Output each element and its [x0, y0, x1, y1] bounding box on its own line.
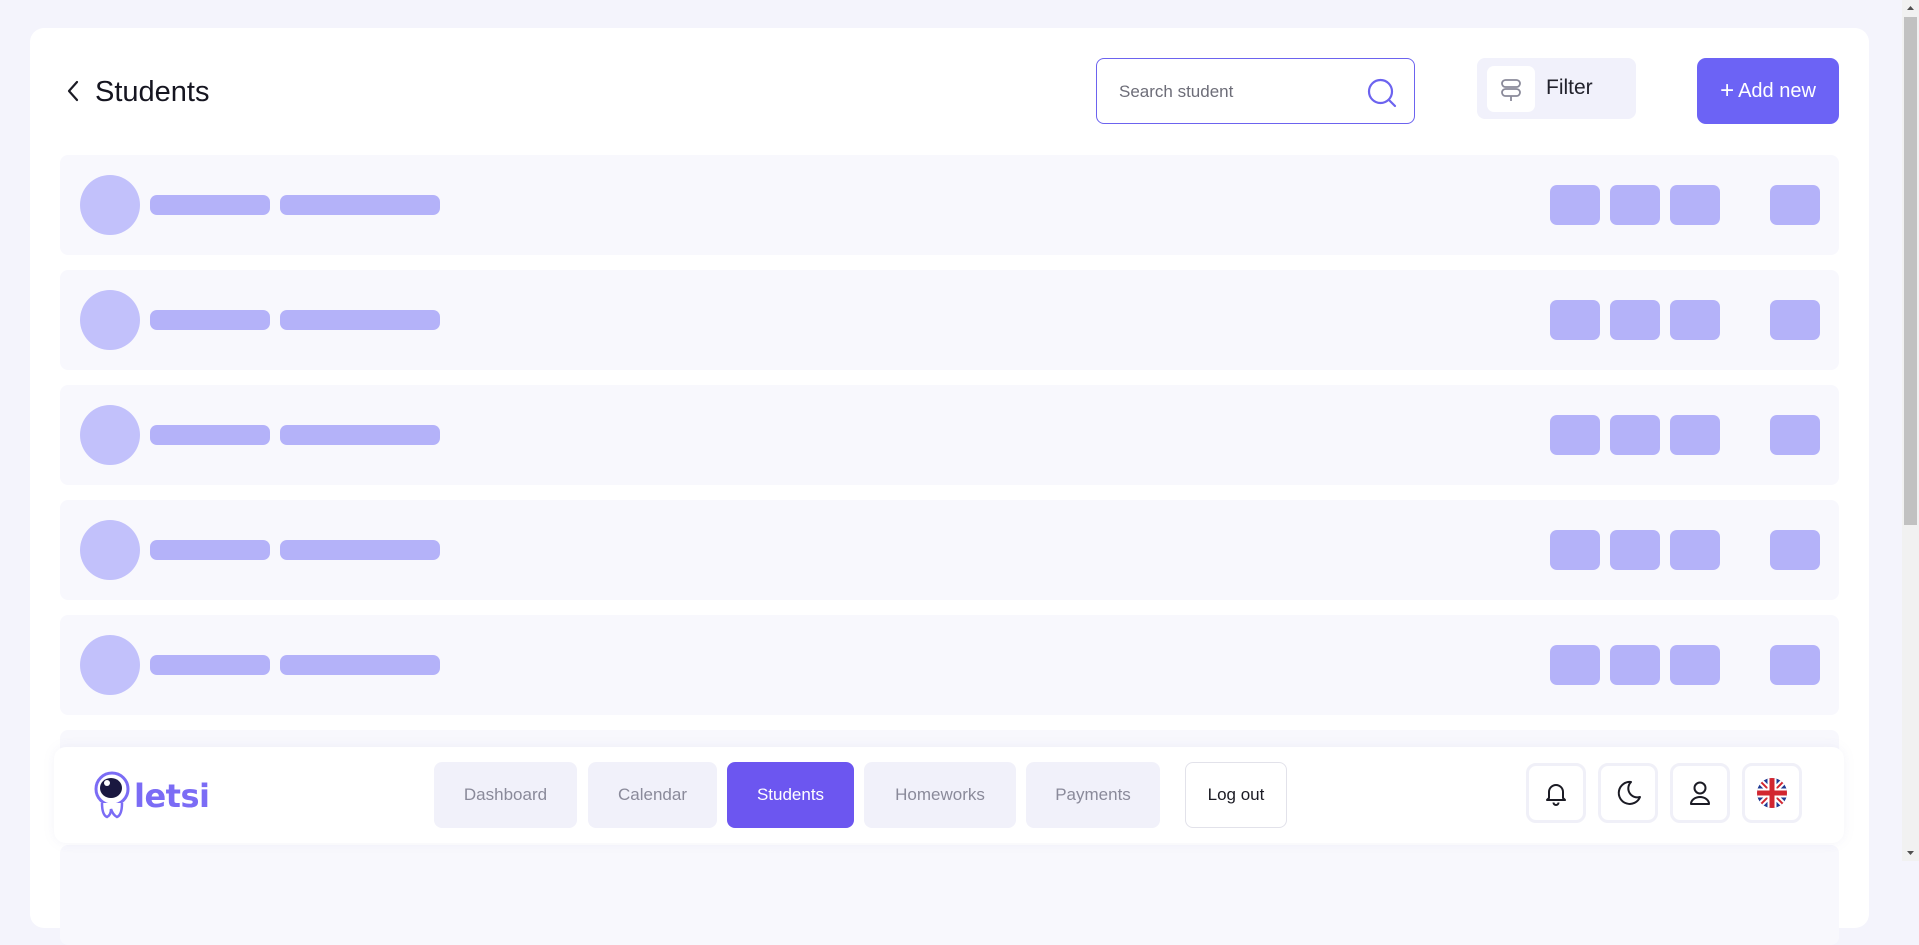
filter-label: Filter [1546, 76, 1593, 99]
detail-placeholder [280, 655, 440, 675]
tab-dashboard[interactable]: Dashboard [434, 762, 577, 828]
action-placeholder [1610, 415, 1660, 455]
name-placeholder [150, 310, 270, 330]
detail-placeholder [280, 425, 440, 445]
action-placeholder [1770, 530, 1820, 570]
language-button[interactable] [1742, 763, 1802, 823]
search-box[interactable] [1096, 58, 1415, 124]
action-placeholder [1610, 300, 1660, 340]
tab-students[interactable]: Students [727, 762, 854, 828]
notifications-button[interactable] [1526, 763, 1586, 823]
tab-calendar[interactable]: Calendar [588, 762, 717, 828]
action-placeholder [1670, 300, 1720, 340]
action-placeholder [1610, 645, 1660, 685]
name-placeholder [150, 195, 270, 215]
action-placeholder [1550, 185, 1600, 225]
action-placeholder [1550, 530, 1600, 570]
tab-homeworks[interactable]: Homeworks [864, 762, 1016, 828]
list-item-skeleton [60, 615, 1839, 715]
avatar-placeholder [80, 405, 140, 465]
uk-flag-icon [1757, 778, 1787, 808]
bottom-navigation: letsi Dashboard Calendar Students Homewo… [54, 747, 1844, 843]
action-placeholder [1550, 300, 1600, 340]
name-placeholder [150, 540, 270, 560]
avatar-placeholder [80, 290, 140, 350]
action-placeholder [1770, 645, 1820, 685]
action-placeholder [1770, 185, 1820, 225]
add-new-button[interactable]: + Add new [1697, 58, 1839, 124]
profile-button[interactable] [1670, 763, 1730, 823]
moon-icon [1617, 780, 1641, 805]
detail-placeholder [280, 310, 440, 330]
logo-text: letsi [134, 777, 210, 815]
astronaut-icon [94, 771, 130, 819]
detail-placeholder [280, 195, 440, 215]
avatar-placeholder [80, 175, 140, 235]
action-placeholder [1670, 415, 1720, 455]
name-placeholder [150, 425, 270, 445]
dark-mode-button[interactable] [1598, 763, 1658, 823]
name-placeholder [150, 655, 270, 675]
scroll-up-arrow-icon[interactable] [1902, 0, 1919, 17]
filter-button[interactable]: Filter [1477, 58, 1636, 119]
vertical-scrollbar[interactable] [1902, 0, 1919, 861]
list-item-skeleton [60, 385, 1839, 485]
avatar-placeholder [80, 635, 140, 695]
back-arrow-icon[interactable] [62, 79, 86, 103]
action-placeholder [1610, 185, 1660, 225]
search-input[interactable] [1117, 78, 1361, 106]
detail-placeholder [280, 540, 440, 560]
list-item-skeleton [60, 500, 1839, 600]
filter-icon [1487, 66, 1535, 112]
scrollbar-thumb[interactable] [1904, 17, 1917, 525]
bell-icon [1546, 784, 1566, 806]
user-icon [1690, 781, 1710, 805]
page-title: Students [95, 76, 210, 108]
action-placeholder [1670, 185, 1720, 225]
action-placeholder [1550, 415, 1600, 455]
action-placeholder [1610, 530, 1660, 570]
list-item-skeleton [60, 270, 1839, 370]
plus-icon: + [1720, 77, 1735, 104]
action-placeholder [1770, 415, 1820, 455]
action-placeholder [1670, 645, 1720, 685]
action-placeholder [1770, 300, 1820, 340]
action-placeholder [1670, 530, 1720, 570]
add-new-label: Add new [1738, 79, 1816, 102]
logout-button[interactable]: Log out [1185, 762, 1287, 828]
list-item-skeleton [60, 155, 1839, 255]
action-placeholder [1550, 645, 1600, 685]
tab-payments[interactable]: Payments [1026, 762, 1160, 828]
scroll-down-arrow-icon[interactable] [1902, 844, 1919, 861]
app-logo[interactable]: letsi [94, 769, 210, 821]
search-icon[interactable] [1366, 77, 1398, 109]
list-item-skeleton [60, 845, 1839, 945]
avatar-placeholder [80, 520, 140, 580]
